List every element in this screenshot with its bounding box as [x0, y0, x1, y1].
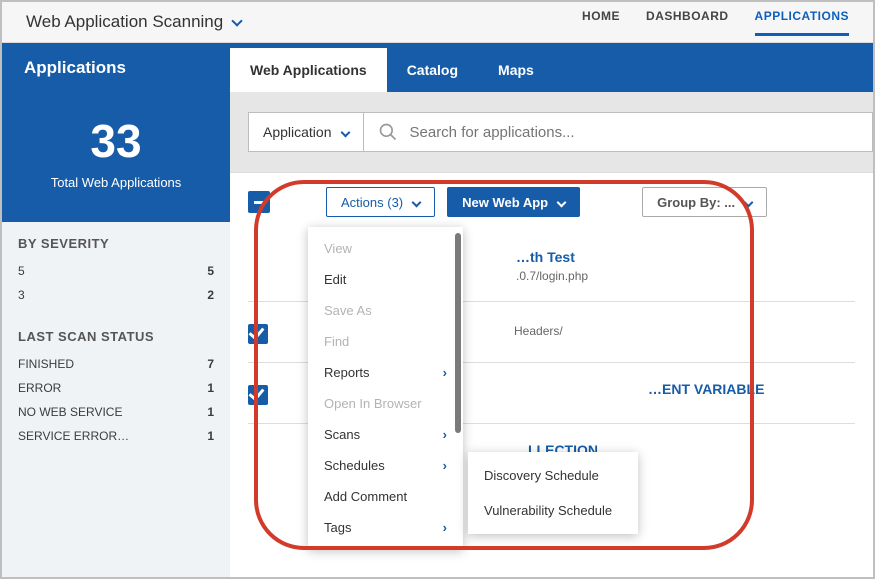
item-title: …ENT VARIABLE	[648, 381, 764, 397]
menu-save-as: Save As	[308, 295, 463, 326]
tab-maps[interactable]: Maps	[478, 48, 554, 92]
actions-button[interactable]: Actions (3)	[326, 187, 435, 217]
chevron-right-icon: ›	[443, 427, 447, 442]
chevron-down-icon	[745, 195, 752, 210]
severity-row[interactable]: 32	[18, 283, 214, 307]
product-switcher[interactable]: Web Application Scanning	[26, 12, 241, 32]
chevron-right-icon: ›	[443, 458, 447, 473]
menu-open-browser: Open In Browser	[308, 388, 463, 419]
tab-catalog[interactable]: Catalog	[387, 48, 478, 92]
chevron-right-icon: ›	[443, 365, 447, 380]
submenu-discovery-schedule[interactable]: Discovery Schedule	[468, 458, 638, 493]
chevron-down-icon	[233, 12, 241, 32]
new-web-app-button[interactable]: New Web App	[447, 187, 580, 217]
select-all-checkbox[interactable]	[248, 191, 270, 213]
product-title: Web Application Scanning	[26, 12, 223, 32]
top-nav: HOME DASHBOARD APPLICATIONS	[582, 9, 849, 36]
scan-status-row[interactable]: ERROR1	[18, 376, 214, 400]
nav-applications[interactable]: APPLICATIONS	[755, 9, 849, 36]
search-filter-label: Application	[263, 124, 332, 140]
search-input[interactable]	[410, 124, 859, 141]
menu-view: View	[308, 233, 463, 264]
chevron-right-icon: ›	[443, 520, 447, 535]
new-web-app-label: New Web App	[462, 195, 548, 210]
scan-status-row[interactable]: FINISHED7	[18, 352, 214, 376]
menu-scans[interactable]: Scans›	[308, 419, 463, 450]
menu-find: Find	[308, 326, 463, 357]
group-by-label: Group By: ...	[657, 195, 735, 210]
severity-title: BY SEVERITY	[18, 236, 214, 251]
nav-home[interactable]: HOME	[582, 9, 620, 36]
minus-icon	[254, 201, 264, 204]
actions-menu: View Edit Save As Find Reports› Open In …	[308, 227, 463, 549]
item-title: …th Test	[516, 249, 588, 265]
group-by-button[interactable]: Group By: ...	[642, 187, 767, 217]
nav-dashboard[interactable]: DASHBOARD	[646, 9, 729, 36]
menu-edit[interactable]: Edit	[308, 264, 463, 295]
total-label: Total Web Applications	[2, 175, 230, 190]
chevron-down-icon	[413, 195, 420, 210]
submenu-vulnerability-schedule[interactable]: Vulnerability Schedule	[468, 493, 638, 528]
item-url: Headers/	[514, 324, 563, 338]
scan-status-title: LAST SCAN STATUS	[18, 329, 214, 344]
row-checkbox[interactable]	[248, 324, 268, 344]
menu-tags[interactable]: Tags›	[308, 512, 463, 543]
tab-web-applications[interactable]: Web Applications	[230, 48, 387, 92]
page-title: Applications	[2, 43, 230, 92]
item-url: .0.7/login.php	[516, 269, 588, 283]
chevron-down-icon	[342, 124, 349, 140]
severity-row[interactable]: 55	[18, 259, 214, 283]
row-checkbox[interactable]	[248, 385, 268, 405]
menu-schedules[interactable]: Schedules›	[308, 450, 463, 481]
menu-add-comment[interactable]: Add Comment	[308, 481, 463, 512]
schedules-submenu: Discovery Schedule Vulnerability Schedul…	[468, 452, 638, 534]
actions-label: Actions (3)	[341, 195, 403, 210]
menu-scrollbar[interactable]	[455, 233, 461, 433]
chevron-down-icon	[558, 195, 565, 210]
menu-reports[interactable]: Reports›	[308, 357, 463, 388]
total-count: 33	[2, 116, 230, 167]
search-filter-dropdown[interactable]: Application	[248, 112, 364, 152]
sidebar: 33 Total Web Applications BY SEVERITY 55…	[2, 92, 230, 577]
search-icon	[378, 122, 398, 142]
scan-status-row[interactable]: NO WEB SERVICE1	[18, 400, 214, 424]
scan-status-row[interactable]: SERVICE ERROR…1	[18, 424, 214, 448]
